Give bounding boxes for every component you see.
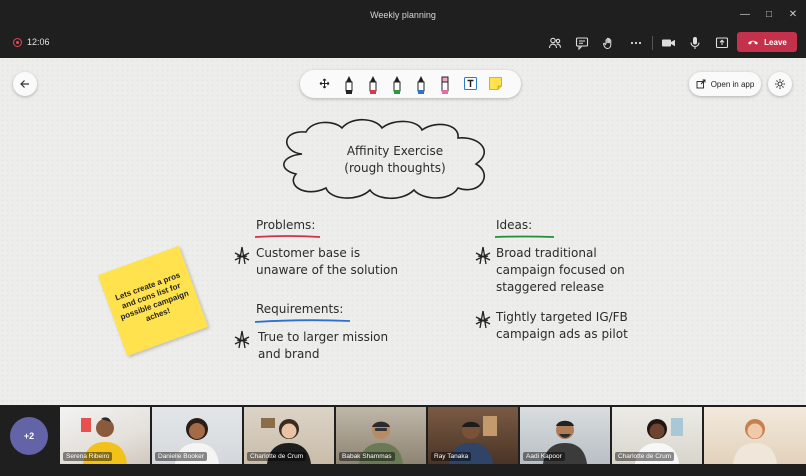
pen-toolbar <box>300 70 521 98</box>
meeting-toolbar: 12:06 Leave <box>0 28 806 58</box>
cloud-title: Affinity Exercise <box>346 144 444 158</box>
toolbar-divider <box>652 36 653 50</box>
star-bullet-icon <box>475 246 491 265</box>
title-bar: Weekly planning — □ ✕ <box>0 0 806 28</box>
participant-name: Danielle Booker <box>155 452 207 461</box>
leave-button[interactable]: Leave <box>737 32 797 52</box>
more-options-icon[interactable] <box>627 34 645 52</box>
sticky-note[interactable]: Lets create a pros and cons list for pos… <box>97 245 209 357</box>
idea-2-line-2: campaign ads as pilot <box>496 327 628 341</box>
camera-icon[interactable] <box>659 34 677 52</box>
blue-pen-icon[interactable] <box>415 75 427 95</box>
participant-name: Serena Ribeiro <box>63 452 113 461</box>
problem-1-line-2: unaware of the solution <box>256 263 399 277</box>
problem-1-line-1: Customer base is <box>256 246 361 260</box>
whiteboard-canvas[interactable]: Open in app Affinity Exercise (rough tho… <box>0 58 806 405</box>
highlighter-icon[interactable] <box>439 75 451 95</box>
requirement-1-line-2: and brand <box>258 347 320 361</box>
chat-icon[interactable] <box>573 34 591 52</box>
participant-name: Charlotte de Crum <box>247 452 307 461</box>
window-title: Weekly planning <box>370 10 436 20</box>
close-window-icon[interactable]: ✕ <box>786 8 800 22</box>
more-participants-count: +2 <box>23 431 35 441</box>
ideas-heading: Ideas: <box>496 218 533 232</box>
open-external-icon <box>696 79 706 89</box>
participant-tile[interactable] <box>704 407 806 464</box>
raise-hand-icon[interactable] <box>600 34 618 52</box>
star-bullet-icon <box>475 310 491 329</box>
sticky-note-text: Lets create a pros and cons list for pos… <box>113 270 190 324</box>
participants-icon[interactable] <box>546 34 564 52</box>
idea-1-line-3: staggered release <box>496 280 605 294</box>
microphone-icon[interactable] <box>686 34 704 52</box>
participant-name: Charlotte de Crum <box>615 452 675 461</box>
settings-button[interactable] <box>768 72 792 96</box>
meeting-timer: 12:06 <box>27 37 50 47</box>
idea-2-line-1: Tightly targeted IG/FB <box>496 310 628 324</box>
pan-tool-icon[interactable] <box>319 78 330 89</box>
cloud-text: Affinity Exercise (rough thoughts) <box>300 143 490 177</box>
ideas-underline <box>494 235 555 238</box>
more-participants-button[interactable]: +2 <box>10 417 48 455</box>
gear-icon <box>775 79 785 89</box>
requirements-heading: Requirements: <box>256 302 344 316</box>
star-bullet-icon <box>234 246 250 265</box>
back-button[interactable] <box>13 72 37 96</box>
star-bullet-icon <box>234 330 250 349</box>
back-arrow-icon <box>20 80 29 88</box>
sticky-note-tool-icon[interactable] <box>489 77 502 90</box>
green-pen-icon[interactable] <box>391 75 403 95</box>
participant-tile[interactable]: Serena Ribeiro <box>60 407 150 464</box>
idea-1-line-2: campaign focused on <box>496 263 625 277</box>
participant-tile[interactable]: Charlotte de Crum <box>244 407 334 464</box>
participant-name: Babak Shammas <box>339 452 395 461</box>
participant-tile[interactable]: Aadi Kapoor <box>520 407 610 464</box>
idea-1-line-1: Broad traditional <box>496 246 597 260</box>
recording-icon <box>13 38 22 47</box>
share-screen-icon[interactable] <box>713 34 731 52</box>
cloud-subtitle: (rough thoughts) <box>344 161 446 175</box>
red-pen-icon[interactable] <box>367 75 379 95</box>
participant-video <box>733 419 777 464</box>
hang-up-icon <box>748 40 759 45</box>
open-in-app-label: Open in app <box>710 79 755 89</box>
open-in-app-button[interactable]: Open in app <box>689 72 761 96</box>
participant-name: Aadi Kapoor <box>523 452 565 461</box>
minimize-icon[interactable]: — <box>738 8 752 22</box>
black-pen-icon[interactable] <box>343 75 355 95</box>
maximize-icon[interactable]: □ <box>762 8 776 22</box>
text-tool-icon[interactable] <box>464 77 477 90</box>
leave-label: Leave <box>764 37 787 47</box>
problems-underline <box>254 235 321 238</box>
problems-heading: Problems: <box>256 218 316 232</box>
requirements-underline <box>254 319 351 323</box>
requirement-1-line-1: True to larger mission <box>258 330 389 344</box>
participant-tile[interactable]: Babak Shammas <box>336 407 426 464</box>
participant-tile[interactable]: Ray Tanaka <box>428 407 518 464</box>
participant-tile[interactable]: Danielle Booker <box>152 407 242 464</box>
participant-tile[interactable]: Charlotte de Crum <box>612 407 702 464</box>
participant-strip: +2 Serena Ribeiro Danielle Booker Charlo… <box>0 405 806 476</box>
participant-name: Ray Tanaka <box>431 452 472 461</box>
